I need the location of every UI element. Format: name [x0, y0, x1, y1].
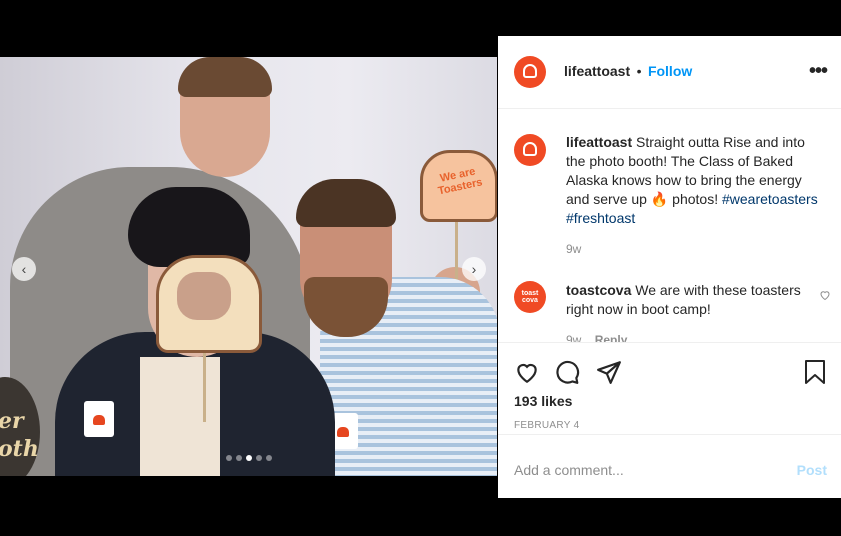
person-back-hair — [178, 57, 272, 97]
follow-separator: • — [636, 63, 642, 79]
commenter-avatar[interactable]: toast cova — [514, 281, 546, 313]
carousel-dot — [256, 455, 262, 461]
carousel-prev-button[interactable]: ‹ — [12, 257, 36, 281]
comment-username[interactable]: toastcova — [566, 282, 631, 298]
comments-section: lifeattoast Straight outta Rise and into… — [498, 109, 841, 342]
comment: toastcova We are with these toasters rig… — [566, 281, 806, 319]
dog-toast-sign — [156, 255, 262, 353]
commenter-avatar-sub: cova — [522, 297, 538, 304]
add-comment-bar: Add a comment... Post — [498, 434, 841, 499]
sign-text: We are Toasters — [436, 165, 484, 198]
dog-illustration — [177, 272, 231, 320]
reply-button[interactable]: Reply — [595, 333, 628, 342]
hashtag-link[interactable]: #wearetoasters — [722, 191, 818, 207]
heart-icon[interactable] — [514, 359, 540, 385]
dog-sign-stick — [203, 342, 206, 422]
small-heart-icon[interactable] — [819, 289, 831, 301]
post-header: lifeattoast • Follow ••• — [498, 36, 841, 109]
comment-input[interactable]: Add a comment... — [514, 462, 624, 478]
likes-count[interactable]: 193 likes — [514, 393, 572, 409]
person-right-hair — [296, 179, 396, 227]
chevron-right-icon: › — [471, 261, 477, 277]
we-are-toasters-sign: We are Toasters — [420, 150, 497, 222]
carousel-dot — [226, 455, 232, 461]
three-dots-icon[interactable]: ••• — [809, 60, 828, 83]
caption-timestamp[interactable]: 9w — [566, 242, 581, 256]
caption-avatar[interactable] — [514, 134, 546, 166]
post-side-panel: lifeattoast • Follow ••• lifeattoast Str… — [498, 36, 841, 498]
carousel-dot — [266, 455, 272, 461]
post-date[interactable]: FEBRUARY 4 — [514, 420, 579, 431]
account-avatar[interactable] — [514, 56, 546, 88]
round-sign-text: er oth — [0, 408, 39, 462]
person-left-shirt — [140, 357, 220, 476]
fire-emoji-icon: 🔥 — [650, 191, 669, 207]
follow-button[interactable]: Follow — [648, 63, 692, 79]
caption-text-after: photos! — [668, 191, 719, 207]
commenter-avatar-text: toast — [521, 290, 539, 297]
bookmark-icon[interactable] — [803, 359, 827, 385]
account-username[interactable]: lifeattoast — [564, 63, 630, 79]
post-comment-button[interactable]: Post — [797, 462, 827, 478]
carousel-next-button[interactable]: › — [462, 257, 486, 281]
chevron-left-icon: ‹ — [21, 261, 27, 277]
comment-icon[interactable] — [554, 359, 580, 385]
post-photo[interactable]: We are Toasters er oth ‹ › — [0, 57, 497, 476]
comment-timestamp[interactable]: 9w — [566, 333, 581, 342]
carousel-indicator — [226, 455, 272, 461]
toast-logo-icon — [523, 64, 537, 78]
name-badge-left — [84, 401, 114, 437]
carousel-dot-active — [246, 455, 252, 461]
comment-meta: 9w Reply — [566, 333, 627, 342]
hashtag-link[interactable]: #freshtoast — [566, 210, 635, 226]
caption: lifeattoast Straight outta Rise and into… — [566, 133, 828, 228]
toast-logo-icon — [523, 142, 537, 156]
caption-username[interactable]: lifeattoast — [566, 134, 632, 150]
share-icon[interactable] — [596, 359, 622, 385]
carousel-dot — [236, 455, 242, 461]
